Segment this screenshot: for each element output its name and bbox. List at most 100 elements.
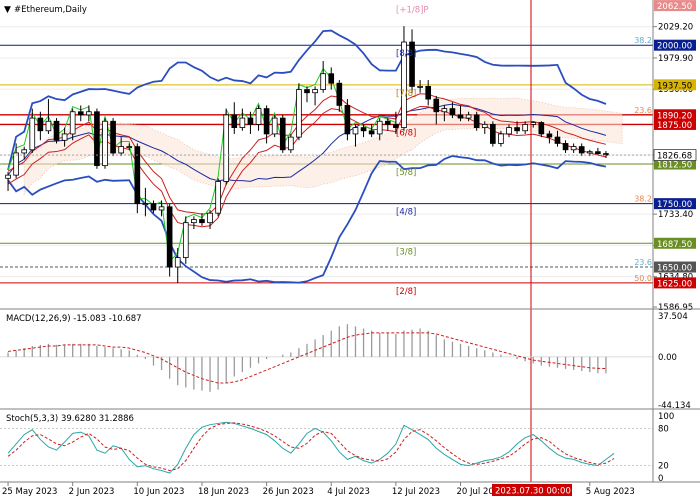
macd-title: MACD(12,26,9) -15.083 -10.687: [6, 314, 142, 324]
candle-body: [199, 219, 205, 224]
candle-body: [110, 120, 116, 154]
candle-body: [514, 127, 520, 132]
price-axis-label: 1979.90: [658, 54, 693, 64]
candle-body: [304, 89, 310, 94]
x-axis-label: 12 Jul 2023: [392, 487, 440, 497]
candle-body: [21, 149, 28, 154]
candle-body: [279, 117, 286, 151]
candle-body: [393, 124, 399, 128]
fib-label: 38.2: [634, 195, 652, 204]
candle-body: [522, 124, 528, 132]
candle-body: [425, 85, 432, 100]
current-price-tag-label: 1826.68: [657, 152, 692, 162]
candle-body: [231, 114, 238, 128]
murrey-label: [2/8]: [396, 287, 416, 297]
macd-axis-label: -44.134: [658, 401, 691, 411]
x-axis-label: 10 Jun 2023: [133, 487, 184, 497]
candle-body: [586, 151, 593, 154]
candle-body: [53, 120, 60, 141]
stoch-axis-label: 100: [658, 412, 674, 422]
price-axis-label: 1733.40: [658, 210, 693, 220]
candle-body: [376, 120, 383, 135]
candle-body: [530, 122, 537, 125]
candle-body: [449, 108, 456, 116]
fib-label: 50.0: [634, 274, 652, 283]
macd-axis-label: 37.504: [658, 312, 688, 322]
candle-body: [570, 146, 577, 151]
candle-body: [457, 114, 464, 119]
candle-body: [473, 114, 480, 128]
stoch-axis-label: 0: [658, 474, 663, 484]
candle-body: [344, 105, 351, 135]
candle-body: [465, 114, 472, 119]
x-axis-label: 18 Jun 2023: [198, 487, 249, 497]
candle-body: [5, 174, 11, 179]
candle-body: [239, 117, 246, 128]
candle-body: [554, 136, 561, 144]
candle-body: [328, 73, 335, 84]
price-level-tag-label: 1750.00: [657, 200, 692, 210]
murrey-label: [5/8]: [396, 168, 416, 178]
stoch-d-line: [7, 422, 615, 472]
price-level-tag-label: 1625.00: [657, 279, 692, 289]
murrey-label: [4/8]: [396, 208, 416, 218]
candle-body: [498, 133, 504, 144]
candle-body: [37, 117, 44, 132]
x-axis-label: 26 Jun 2023: [263, 487, 314, 497]
murrey-label: [8/8]: [396, 49, 416, 59]
candle-body: [506, 127, 512, 135]
price-level-tag-label: 1650.00: [657, 264, 692, 274]
x-axis-label: 5 Aug 2023: [586, 487, 635, 497]
murrey-label: [7/8]: [396, 89, 416, 99]
stoch-k-line: [7, 421, 615, 474]
symbol-arrow-icon: ▼: [4, 5, 11, 15]
candle-body: [174, 257, 181, 268]
candle-body: [69, 111, 76, 135]
candle-body: [336, 82, 343, 106]
fib-label: 38.2: [634, 36, 652, 45]
candle-body: [126, 146, 133, 149]
candle-body: [595, 151, 601, 154]
candle-body: [288, 136, 294, 151]
candle-body: [360, 127, 367, 132]
candle-body: [45, 120, 52, 132]
candle-body: [255, 108, 262, 125]
candle-body: [142, 203, 149, 206]
candle-body: [481, 124, 488, 128]
candle-body: [263, 108, 270, 135]
crosshair-time-label: 2023.07.30 00:00: [495, 487, 571, 497]
candle-body: [538, 122, 545, 135]
candle-body: [368, 130, 375, 135]
price-level-tag-label: 2000.00: [657, 42, 692, 52]
price-level-tag-label: 1687.50: [657, 240, 692, 250]
candle-body: [223, 114, 230, 182]
candle-body: [158, 206, 165, 211]
candle-body: [118, 146, 124, 154]
murrey-label: [+1/8]P: [396, 6, 429, 16]
candle-body: [417, 85, 423, 88]
candle-body: [490, 124, 496, 144]
candle-body: [29, 117, 36, 151]
price-level-tag-label: 2062.50: [657, 2, 692, 12]
murrey-label: [6/8]: [396, 128, 416, 138]
candle-body: [215, 181, 221, 214]
candle-body: [312, 89, 318, 94]
x-axis-label: 25 May 2023: [2, 487, 57, 497]
chart-title: #Ethereum,Daily: [14, 5, 87, 15]
candle-body: [102, 120, 108, 167]
candle-body: [77, 111, 84, 116]
price-level-tag-label: 1937.50: [657, 81, 692, 91]
fib-label: 23.6: [634, 106, 652, 115]
x-axis-label: 4 Jul 2023: [327, 487, 370, 497]
candle-body: [13, 152, 19, 176]
candle-body: [384, 120, 391, 125]
candle-body: [433, 98, 440, 113]
murrey-label: [3/8]: [396, 247, 416, 257]
fib-label: 23.6: [634, 258, 652, 267]
candle-body: [271, 117, 278, 135]
candle-body: [207, 212, 213, 224]
candle-body: [296, 89, 302, 138]
candle-body: [94, 111, 100, 167]
candle-body: [247, 117, 254, 125]
macd-signal-line: [7, 332, 606, 384]
